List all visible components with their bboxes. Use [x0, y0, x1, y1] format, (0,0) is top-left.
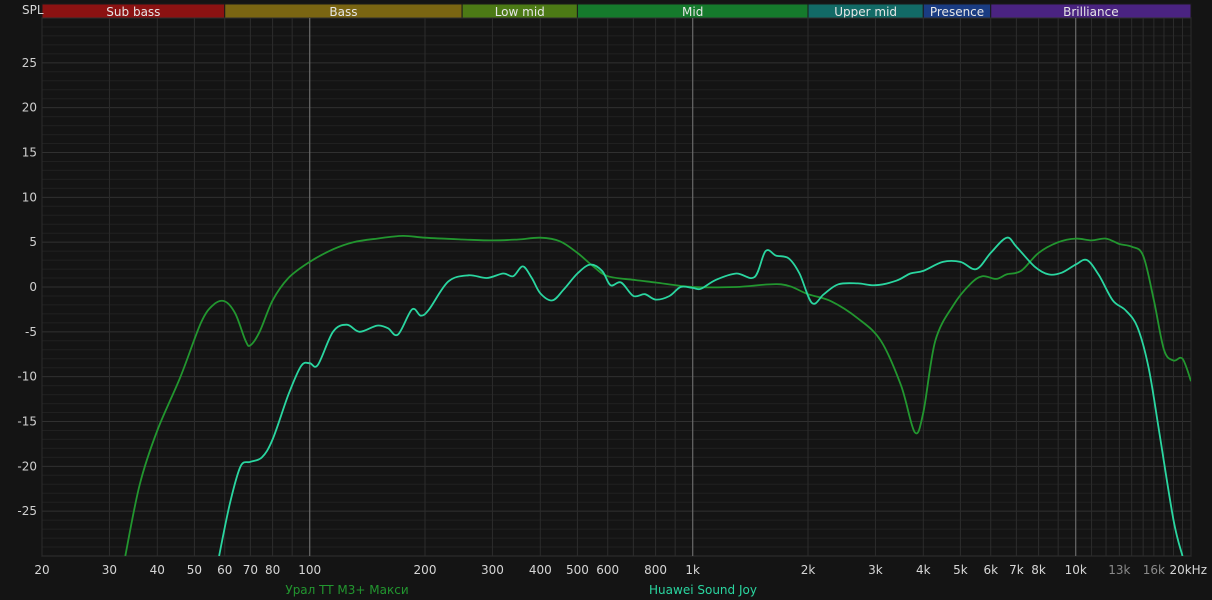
frequency-response-chart: Sub bass Bass Low mid Mid Upper mid Presence B… [17, 3, 1207, 597]
band-label: Low mid [495, 5, 545, 19]
x-tick-label: 300 [481, 563, 504, 577]
x-tick-label: 10k [1065, 563, 1087, 577]
x-tick-label: 60 [217, 563, 232, 577]
x-tick-label: 20kHz [1169, 563, 1207, 577]
x-tick-label: 600 [596, 563, 619, 577]
legend-entry: Урал TT M3+ Макси [285, 583, 408, 597]
x-tick-label: 2k [801, 563, 816, 577]
y-tick-label: 25 [22, 56, 37, 70]
legend-entry: Huawei Sound Joy [649, 583, 757, 597]
band-label: Upper mid [834, 5, 897, 19]
y-tick-label: 0 [29, 280, 37, 294]
x-tick-label: 50 [187, 563, 202, 577]
x-tick-label: 5k [953, 563, 968, 577]
x-tick-label: 500 [566, 563, 589, 577]
y-tick-label: -15 [17, 415, 37, 429]
x-tick-label: 800 [644, 563, 667, 577]
band-label: Bass [329, 5, 357, 19]
y-tick-labels: 25 20 15 10 5 0 -5 -10 -15 -20 -25 [17, 56, 37, 518]
x-tick-label: 400 [529, 563, 552, 577]
x-tick-label: 70 [243, 563, 258, 577]
x-tick-label: 6k [983, 563, 998, 577]
y-tick-label: 10 [22, 190, 37, 204]
y-tick-label: -10 [17, 370, 37, 384]
x-tick-label: 100 [298, 563, 321, 577]
y-axis-label: SPL [22, 3, 44, 17]
band-label: Mid [682, 5, 703, 19]
grid [41, 17, 1192, 557]
x-tick-label: 20 [34, 563, 49, 577]
x-tick-label: 8k [1031, 563, 1046, 577]
y-tick-label: 15 [22, 146, 37, 160]
x-tick-label: 13k [1108, 563, 1130, 577]
band-label: Presence [930, 5, 984, 19]
x-tick-label: 4k [916, 563, 931, 577]
x-tick-label: 200 [414, 563, 437, 577]
x-tick-label: 80 [265, 563, 280, 577]
frequency-band-bar: Sub bass Bass Low mid Mid Upper mid Presence B… [41, 3, 1192, 19]
x-tick-label: 7k [1009, 563, 1024, 577]
y-tick-label: 20 [22, 101, 37, 115]
x-tick-label: 16k [1143, 563, 1165, 577]
y-tick-label: -25 [17, 504, 37, 518]
y-tick-label: 5 [29, 235, 37, 249]
x-tick-label: 30 [102, 563, 117, 577]
band-label: Brilliance [1063, 5, 1118, 19]
band-label: Sub bass [106, 5, 160, 19]
x-tick-label: 3k [868, 563, 883, 577]
legend: Урал TT M3+ Макси Huawei Sound Joy [285, 583, 757, 597]
x-tick-labels: 20 30 40 50 60 70 80 100 200 300 400 500 600 800 1k 2k 3… [34, 563, 1207, 577]
y-tick-label: -5 [25, 325, 37, 339]
y-tick-label: -20 [17, 459, 37, 473]
x-tick-label: 40 [150, 563, 165, 577]
x-tick-label: 1k [685, 563, 700, 577]
